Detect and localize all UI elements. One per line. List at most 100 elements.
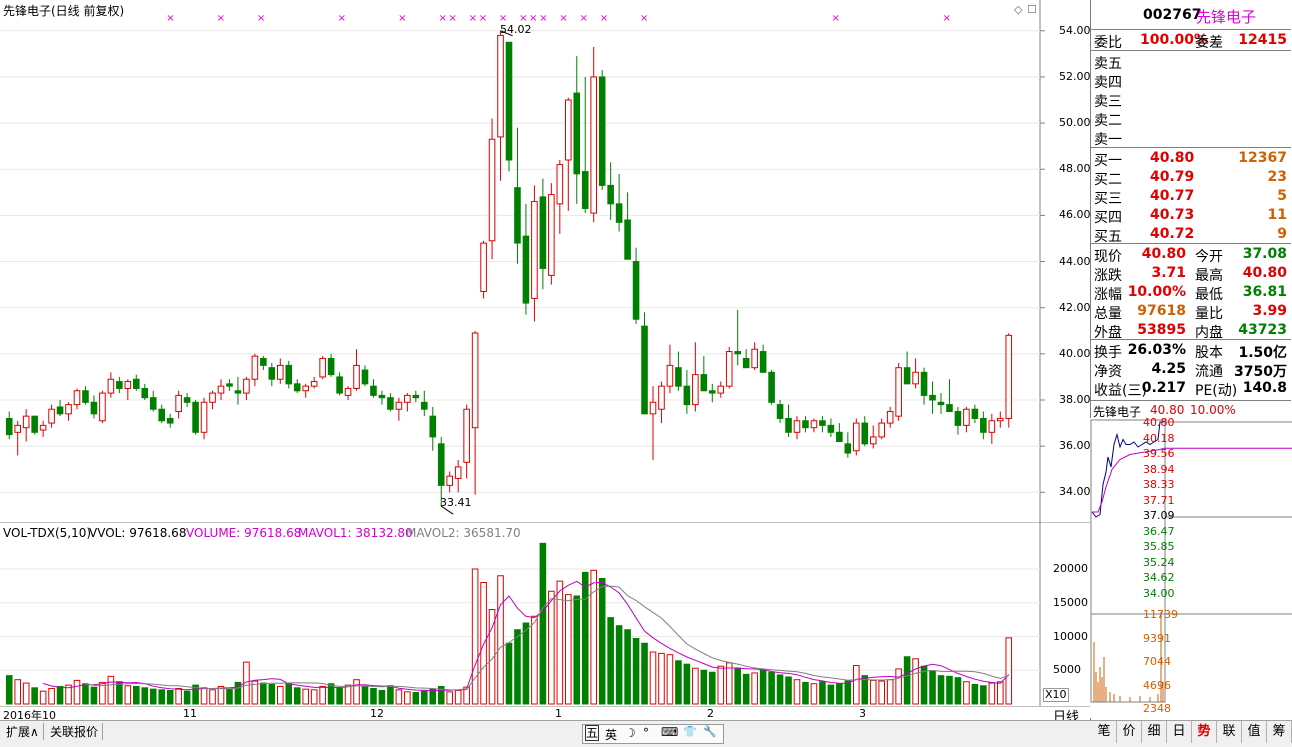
volume-unit-label: X10 xyxy=(1043,688,1069,702)
volume-bar xyxy=(107,675,115,705)
right-tab[interactable]: 笔 xyxy=(1092,721,1117,743)
candle xyxy=(963,408,970,426)
volume-bar xyxy=(692,667,699,705)
related-quote-tab[interactable]: 关联报价 xyxy=(46,723,104,740)
mini-volume-tick: 9391 xyxy=(1143,631,1171,645)
candle xyxy=(429,415,437,438)
candle xyxy=(344,387,352,396)
volume-bar xyxy=(607,617,614,705)
volume-bar xyxy=(327,683,335,705)
right-tab[interactable]: 值 xyxy=(1242,721,1267,743)
candle xyxy=(387,397,394,410)
volume-bar xyxy=(404,691,411,705)
ime-english-icon[interactable]: 英 xyxy=(605,726,617,743)
volume-tick-label: 5000 xyxy=(1053,663,1081,677)
event-marker: × xyxy=(600,13,608,24)
candle xyxy=(827,424,835,433)
candle xyxy=(310,381,318,387)
info-box-icon[interactable]: ☐ xyxy=(1027,3,1037,16)
right-tab[interactable]: 联 xyxy=(1217,721,1242,743)
candle xyxy=(378,394,386,399)
volume-bar xyxy=(158,689,166,705)
volume-bar xyxy=(836,683,843,705)
sell-level-row: 卖一 xyxy=(1094,128,1290,148)
volume-bar xyxy=(598,577,606,705)
buy-level-volume: 12367 xyxy=(1238,150,1287,166)
ime-wubi-icon[interactable]: 五 xyxy=(585,725,600,741)
buy-level-label: 买五 xyxy=(1094,229,1122,245)
volume-bar xyxy=(725,662,733,705)
volume-bar xyxy=(793,679,801,705)
right-tab[interactable]: 价 xyxy=(1117,721,1142,743)
sell-level-row: 卖五 xyxy=(1094,52,1290,72)
buy-level-price: 40.77 xyxy=(1150,188,1195,204)
right-tab[interactable]: 日 xyxy=(1167,721,1192,743)
candle xyxy=(946,404,953,413)
right-tab[interactable]: 筹 xyxy=(1267,721,1292,743)
volume-bar xyxy=(895,668,902,705)
candle xyxy=(73,390,81,406)
volume-bar xyxy=(395,689,403,705)
mini-price-tick: 37.09 xyxy=(1143,509,1175,522)
buy-level-label: 买三 xyxy=(1094,191,1122,207)
ime-keyboard-icon[interactable]: ⌨ xyxy=(661,725,678,739)
volume-chart[interactable] xyxy=(0,522,1090,706)
mini-price-tick: 39.56 xyxy=(1143,447,1175,460)
mini-volume-tick: 2348 xyxy=(1143,702,1171,715)
sell-level-label: 卖五 xyxy=(1094,56,1122,72)
volume-bar xyxy=(632,638,640,705)
stat-value: 43723 xyxy=(1238,322,1287,338)
candle xyxy=(598,76,606,186)
volume-bar xyxy=(14,679,22,705)
volume-bar xyxy=(302,688,310,705)
ime-moon-icon[interactable]: ☽ xyxy=(625,726,636,740)
ime-toolbar: 五 英 ☽ ° ⌨ 👕 🔧 xyxy=(582,724,724,744)
event-marker: × xyxy=(398,13,406,24)
candle xyxy=(996,417,1004,422)
expand-tab[interactable]: 扩展∧ xyxy=(2,723,44,740)
ime-tools-icon[interactable]: 🔧 xyxy=(703,725,717,738)
candle xyxy=(920,371,928,396)
mini-price-tick: 40.80 xyxy=(1143,416,1175,429)
candlestick-chart[interactable]: × × × × × × × × × × × × × × × × × × × xyxy=(0,0,1090,522)
volume-bar xyxy=(132,685,140,705)
mavol1-value: MAVOL1: 38132.80 xyxy=(298,526,413,540)
mini-price-tick: 38.33 xyxy=(1143,478,1175,491)
ime-punct-icon[interactable]: ° xyxy=(643,726,649,740)
ime-skin-icon[interactable]: 👕 xyxy=(683,725,697,738)
volume-bar xyxy=(1005,637,1013,705)
candle xyxy=(903,367,911,385)
volume-bar xyxy=(827,684,835,705)
intraday-mini-chart[interactable] xyxy=(1090,418,1292,718)
candle xyxy=(869,436,877,445)
weicha-value: 12415 xyxy=(1238,32,1287,48)
buy-level-price: 40.79 xyxy=(1150,169,1195,185)
candle xyxy=(564,99,572,161)
weibi-row: 委比 100.00% 委差 12415 xyxy=(1094,31,1290,51)
candle xyxy=(404,394,411,403)
candle xyxy=(937,401,945,406)
candle xyxy=(14,424,22,433)
candle xyxy=(209,392,216,403)
mini-price-tick: 35.24 xyxy=(1143,555,1175,569)
volume-bar xyxy=(22,682,30,705)
mini-price-tick: 37.71 xyxy=(1143,493,1175,507)
volume-bar xyxy=(903,656,911,705)
candle xyxy=(751,348,758,369)
volume-chart-area[interactable]: VOL-TDX(5,10) VVOL: 97618.68 VOLUME: 976… xyxy=(0,522,1090,706)
volume-bar xyxy=(734,667,742,705)
candle xyxy=(522,235,530,304)
stat-label: 涨幅 xyxy=(1094,287,1122,303)
main-chart[interactable]: × × × × × × × × × × × × × × × × × × × 先锋电子(日线 前复权) 54.02 3… xyxy=(0,0,1090,522)
volume-bar xyxy=(742,673,750,705)
volume-indicator-name[interactable]: VOL-TDX(5,10) xyxy=(3,526,91,540)
volume-bar xyxy=(319,685,326,705)
volume-bar xyxy=(260,682,267,705)
buy-level-label: 买一 xyxy=(1094,153,1122,169)
settings-icon[interactable]: ◇ xyxy=(1014,3,1022,16)
right-tab[interactable]: 势 xyxy=(1192,721,1217,743)
right-tab[interactable]: 细 xyxy=(1142,721,1167,743)
stat-value: 40.80 xyxy=(1242,265,1287,281)
stat-value: 3.71 xyxy=(1151,265,1186,281)
candle xyxy=(463,408,470,463)
